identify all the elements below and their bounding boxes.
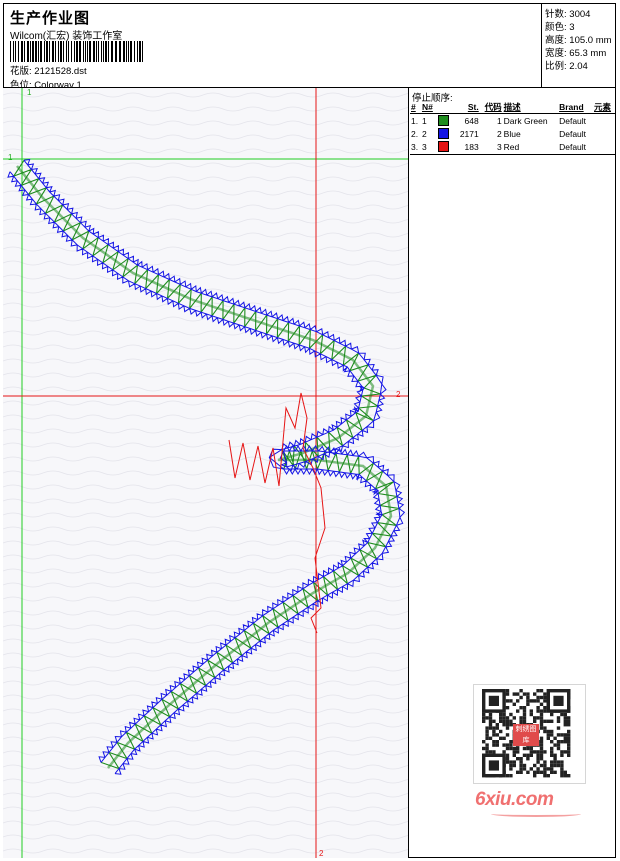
design-file-row: 花版: 2121528.dst	[10, 63, 87, 77]
table-header-row: # N# St. 代码 描述 Brand 元素	[410, 101, 616, 114]
color-swatch-blue	[437, 128, 449, 140]
col-swatch	[436, 101, 455, 114]
col-desc: 描述	[502, 101, 559, 114]
watermark-swoosh	[491, 811, 581, 817]
embroidery-canvas: 1 1 2 2	[3, 88, 408, 858]
qr-badge: 刺绣图库	[513, 724, 539, 746]
design-preview: 1 1 2 2	[3, 88, 409, 858]
page-title: 生产作业图	[10, 10, 91, 27]
marker-1-left: 1	[8, 153, 13, 162]
col-stitches: St.	[454, 101, 480, 114]
qr-code-image[interactable]: 刺绣图库	[473, 684, 586, 784]
design-height: 高度: 105.0 mm	[545, 35, 612, 46]
marker-2-right: 2	[396, 390, 401, 399]
col-n: N#	[420, 101, 437, 114]
col-element: 元素	[593, 101, 616, 114]
design-scale: 比例: 2.04	[545, 61, 588, 72]
table-row: 1. 1 648 1 Dark Green Default	[411, 115, 587, 127]
header-panel: 生产作业图 Wilcom(汇宏) 装饰工作室 花版: 2121528.dst 色…	[3, 3, 542, 91]
col-code: 代码	[479, 101, 503, 114]
stop-sequence-table: # N# St. 代码 描述 Brand 元素 1. 1 648 1 Dark …	[410, 101, 616, 153]
marker-2-bottom: 2	[319, 849, 324, 858]
design-file-value: 2121528.dst	[34, 66, 87, 77]
color-count: 颜色: 3	[545, 22, 575, 33]
col-brand: Brand	[558, 101, 593, 114]
watermark-logo: 6xiu.com	[475, 789, 554, 810]
col-hash: #	[410, 101, 421, 114]
stitch-count: 针数: 3004	[545, 9, 591, 20]
design-width: 宽度: 65.3 mm	[545, 48, 607, 59]
design-file-label: 花版:	[10, 66, 32, 77]
table-row: 3. 3 183 3 Red Default	[411, 141, 587, 153]
table-divider	[410, 154, 616, 155]
marker-1-top: 1	[27, 88, 32, 97]
color-swatch-red	[437, 141, 449, 153]
barcode	[10, 41, 143, 62]
color-swatch-dark-green	[437, 115, 449, 127]
company-name: Wilcom(汇宏) 装饰工作室	[10, 31, 123, 42]
table-row: 2. 2 2171 2 Blue Default	[411, 128, 587, 140]
